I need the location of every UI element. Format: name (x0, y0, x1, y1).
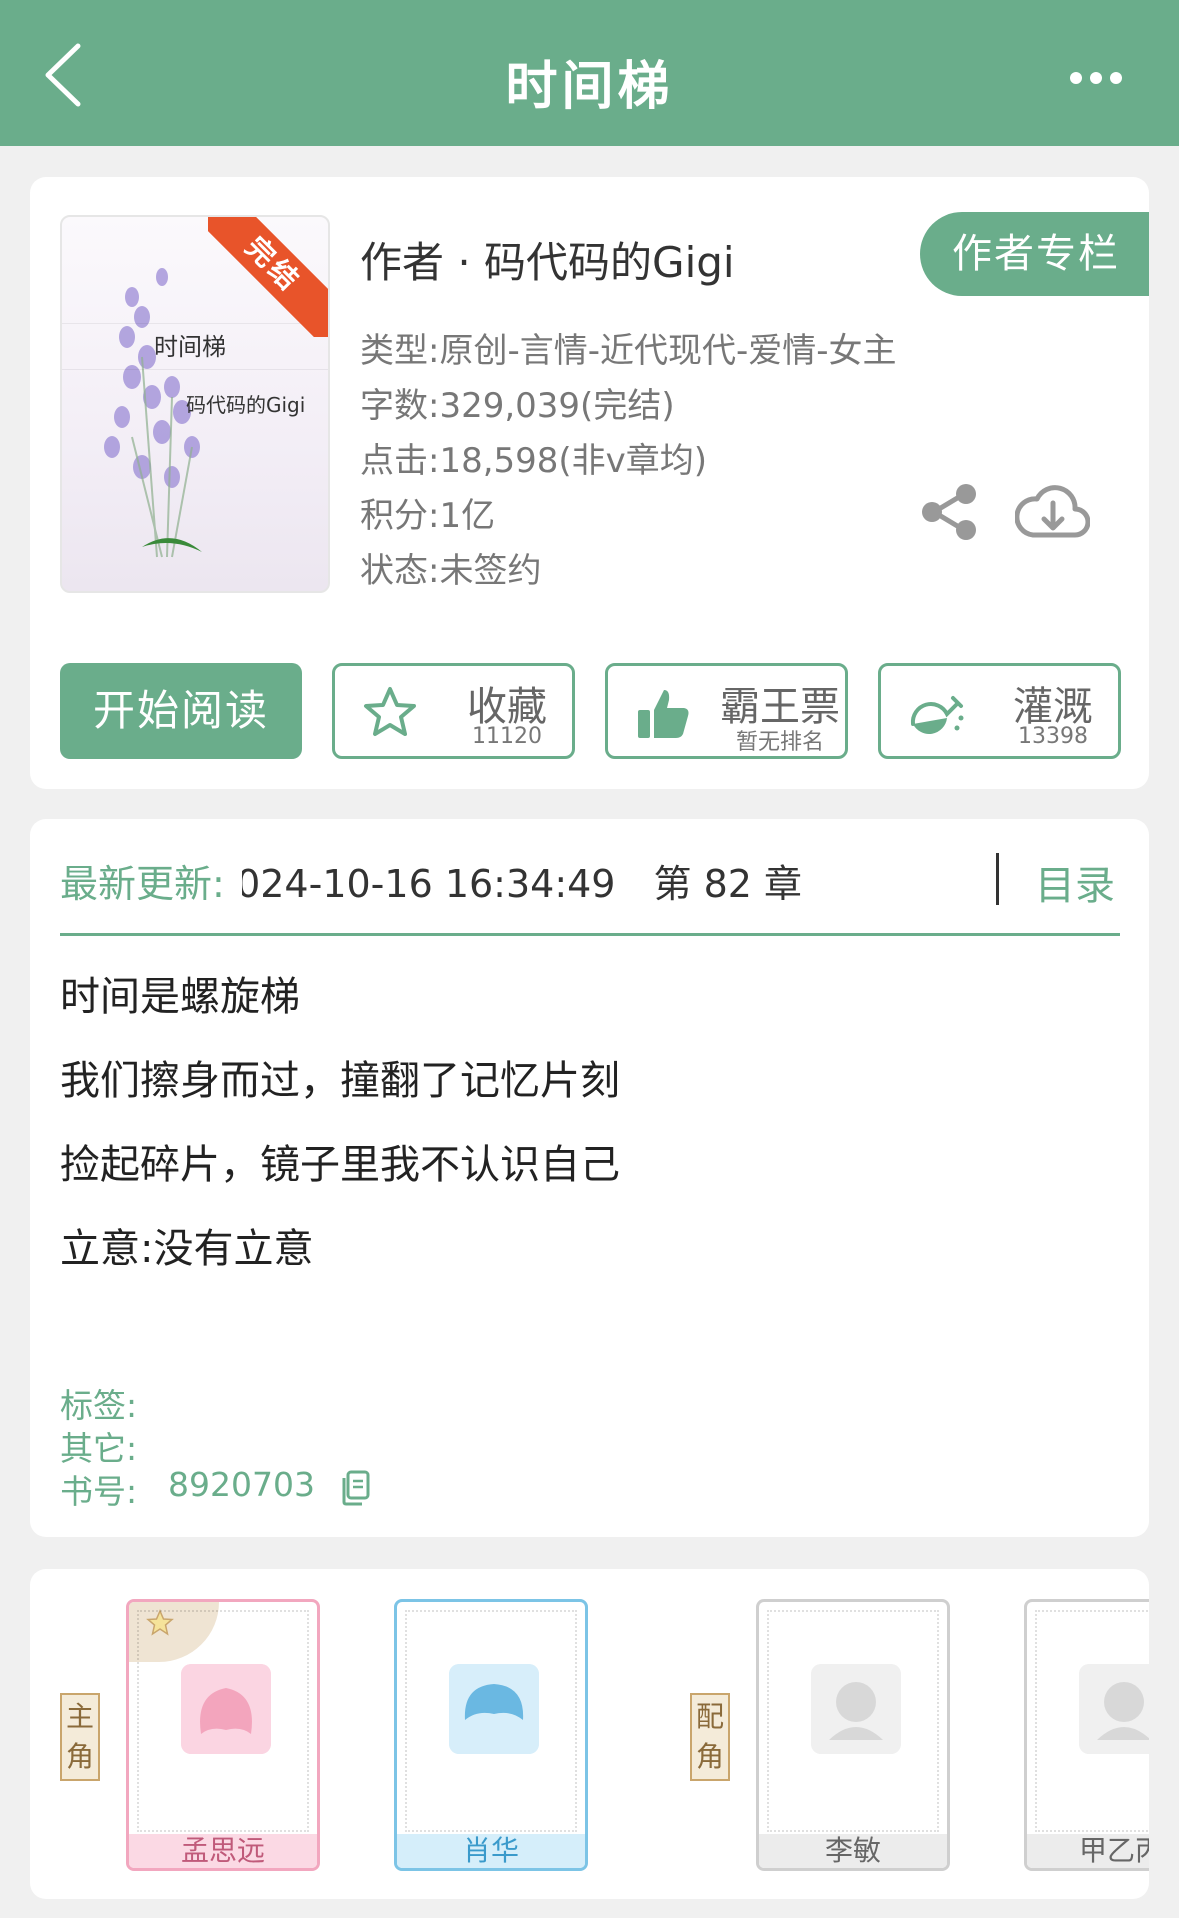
character-name: 肖华 (397, 1834, 585, 1868)
water-button[interactable]: 灌溉 13398 (878, 663, 1121, 759)
male-avatar-icon (449, 1664, 539, 1754)
book-description-card: 最新更新: 第 82 章 2024-10-16 16:34:49 第 82 章 … (30, 819, 1149, 1537)
nutrient-bottle-icon (910, 696, 964, 734)
vote-button[interactable]: 霸王票 暂无排名 (605, 663, 848, 759)
author-column-button[interactable]: 作者专栏 (920, 212, 1149, 296)
character-card[interactable]: 李敏 (756, 1599, 950, 1871)
book-word-count: 字数:329,039(完结) (360, 386, 675, 426)
book-genre: 类型:原创-言情-近代现代-爱情-女主 (360, 331, 897, 371)
cloud-download-icon[interactable] (1015, 477, 1090, 543)
character-card[interactable]: 孟思远 (126, 1599, 320, 1871)
favorite-button[interactable]: 收藏 11120 (332, 663, 575, 759)
book-status: 状态:未签约 (360, 551, 542, 591)
character-name: 孟思远 (129, 1834, 317, 1868)
copy-icon[interactable] (338, 1469, 372, 1507)
latest-update-label: 最新更新: (60, 862, 225, 906)
thumbs-up-icon (638, 690, 689, 738)
book-number-label: 书号: (60, 1472, 138, 1511)
character-name: 甲乙丙 (1027, 1834, 1149, 1868)
description-line: 时间是螺旋梯 (60, 974, 300, 1020)
character-card[interactable]: 甲乙丙 (1024, 1599, 1149, 1871)
vote-rank: 暂无排名 (735, 730, 824, 755)
star-icon (364, 687, 416, 736)
character-name: 李敏 (759, 1834, 947, 1868)
cover-divider (62, 369, 328, 370)
other-label: 其它: (60, 1429, 138, 1468)
book-number: 8920703 (168, 1465, 315, 1504)
character-card[interactable]: 肖华 (394, 1599, 588, 1871)
cover-author: 码代码的Gigi (186, 393, 306, 417)
water-count: 13398 (1018, 724, 1088, 749)
completed-ribbon: 完结 (208, 217, 328, 337)
book-score: 积分:1亿 (360, 496, 496, 536)
favorite-count: 11120 (472, 724, 542, 749)
page-title: 时间梯 (505, 57, 674, 117)
more-dots-icon[interactable] (1068, 66, 1124, 90)
female-avatar-icon (181, 1664, 271, 1754)
share-icon[interactable] (920, 482, 980, 542)
book-info-card: 时间梯 码代码的Gigi 完结 作者 · 码代码的Gigi 作者专栏 类型:原创… (30, 177, 1149, 789)
book-cover[interactable]: 时间梯 码代码的Gigi 完结 (60, 215, 330, 593)
divider (60, 933, 1120, 936)
author-name[interactable]: 作者 · 码代码的Gigi (360, 229, 735, 290)
book-clicks: 点击:18,598(非v章均) (360, 441, 708, 481)
description-line: 立意:没有立意 (60, 1226, 314, 1272)
table-of-contents-link[interactable]: 目录 (1035, 853, 1115, 911)
main-role-tag: 主角 (60, 1693, 100, 1781)
description-line: 我们擦身而过，撞翻了记忆片刻 (60, 1058, 620, 1104)
characters-card: 主角 孟思远 肖华 配角 李敏 甲乙 (30, 1569, 1149, 1899)
tags-label: 标签: (60, 1386, 138, 1425)
supporting-role-tag: 配角 (690, 1693, 730, 1781)
latest-update-text: 第 82 章 2024-10-16 16:34:49 第 82 章 (242, 862, 802, 906)
default-avatar-icon (1079, 1664, 1149, 1754)
divider (996, 853, 999, 905)
description-line: 捡起碎片，镜子里我不认识自己 (60, 1142, 620, 1188)
start-reading-button[interactable]: 开始阅读 (60, 663, 302, 759)
completed-ribbon-label: 完结 (208, 217, 328, 337)
default-avatar-icon (811, 1664, 901, 1754)
top-bar: 时间梯 (0, 0, 1179, 146)
latest-update-row[interactable]: 最新更新: 第 82 章 2024-10-16 16:34:49 第 82 章 (60, 853, 1120, 913)
